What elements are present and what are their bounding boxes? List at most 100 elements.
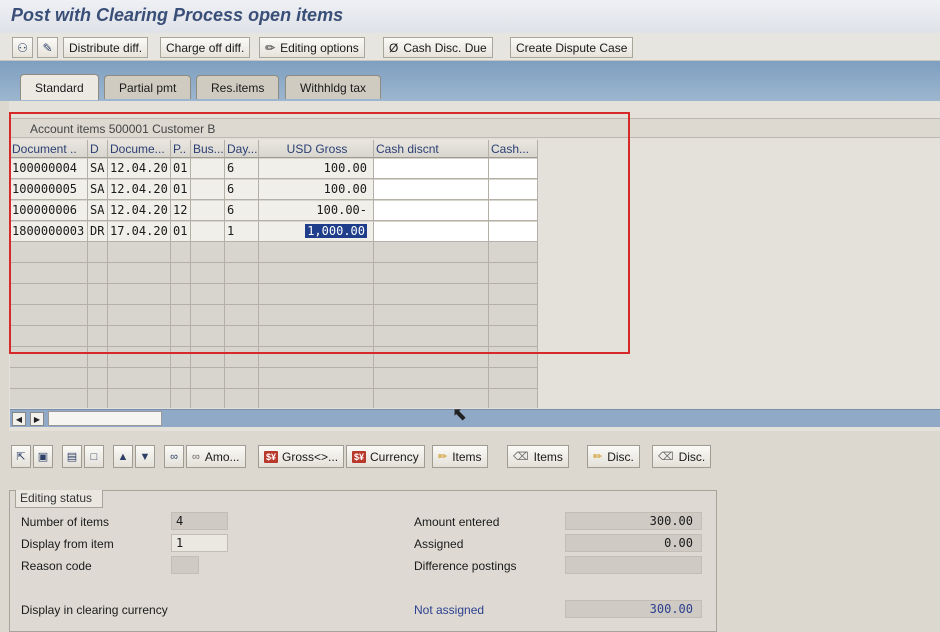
cell-business-area[interactable] — [191, 159, 225, 179]
reason-code-label: Reason code — [21, 559, 92, 573]
scroll-left-arrow-icon[interactable]: ◀ — [12, 412, 26, 426]
cell-usd-gross[interactable]: 100.00 — [259, 159, 374, 179]
cell-business-area[interactable] — [191, 180, 225, 200]
cell-cash-input[interactable] — [489, 159, 538, 179]
distribute-diff-button[interactable]: Distribute diff. — [63, 37, 149, 58]
column-header-cash-discnt[interactable]: Cash discnt — [374, 140, 489, 158]
charge-off-diff-button[interactable]: Charge off diff. — [160, 37, 251, 58]
cell-usd-gross-selected[interactable]: 1,000.00 — [259, 222, 374, 242]
cell-document[interactable]: 1800000003 — [10, 222, 88, 242]
difference-postings-label: Difference postings — [414, 559, 517, 573]
horizontal-scrollbar[interactable]: ◀ ▶ — [10, 409, 940, 427]
sort-button[interactable]: ▲ — [113, 445, 133, 468]
empty-grid-cell — [191, 369, 225, 389]
column-header-doc-type[interactable]: D — [88, 140, 108, 158]
cell-cash-input[interactable] — [489, 180, 538, 200]
cell-cash-discnt-input[interactable] — [374, 201, 489, 221]
cell-days[interactable]: 6 — [225, 180, 259, 200]
cell-doc-date[interactable]: 12.04.20 — [108, 201, 171, 221]
display-from-item-input[interactable]: 1 — [171, 534, 228, 552]
editing-options-button[interactable]: ✏ Editing options — [259, 37, 365, 58]
empty-grid-cell — [108, 285, 171, 305]
pencil-icon: ✏ — [593, 451, 603, 463]
items-label-1: Items — [452, 449, 482, 464]
empty-grid-cell — [88, 243, 108, 263]
empty-grid-cell — [10, 243, 88, 263]
column-header-usd-gross[interactable]: USD Gross — [259, 140, 374, 158]
filter-button[interactable]: ▼ — [135, 445, 155, 468]
empty-grid-cell — [191, 306, 225, 326]
tab-partial-pmt[interactable]: Partial pmt — [104, 75, 192, 99]
create-dispute-case-button[interactable]: Create Dispute Case — [510, 37, 634, 58]
cell-document[interactable]: 100000005 — [10, 180, 88, 200]
empty-grid-cell — [10, 285, 88, 305]
column-header-cash[interactable]: Cash... — [489, 140, 538, 158]
scrollbar-thumb[interactable] — [48, 411, 162, 426]
cell-cash-discnt-input[interactable] — [374, 180, 489, 200]
cell-doc-type[interactable]: DR — [88, 222, 108, 242]
cell-doc-type[interactable]: SA — [88, 201, 108, 221]
cell-usd-gross[interactable]: 100.00- — [259, 201, 374, 221]
edit-icon-button[interactable]: ✎ — [37, 37, 58, 58]
currency-label: Currency — [370, 449, 419, 464]
column-header-doc-date[interactable]: Docume... — [108, 140, 171, 158]
activate-items-text-button[interactable]: ✏ Items — [432, 445, 488, 468]
column-header-days[interactable]: Day... — [225, 140, 259, 158]
cell-business-area[interactable] — [191, 222, 225, 242]
scroll-right-arrow-icon[interactable]: ▶ — [30, 412, 44, 426]
empty-grid-cell — [225, 243, 259, 263]
cash-disc-due-button[interactable]: Ø Cash Disc. Due — [383, 37, 493, 58]
cell-doc-date[interactable]: 17.04.20 — [108, 222, 171, 242]
activate-items-button[interactable]: ▤ — [62, 445, 82, 468]
no-sign-icon: Ø — [389, 40, 399, 55]
eraser-icon: ⌫ — [513, 451, 529, 463]
empty-grid-cell — [10, 327, 88, 347]
cell-cash-discnt-input[interactable] — [374, 222, 489, 242]
cell-days[interactable]: 6 — [225, 201, 259, 221]
deactivate-items-button[interactable]: □ — [84, 445, 104, 468]
cell-days[interactable]: 6 — [225, 159, 259, 179]
cell-cash-discnt-input[interactable] — [374, 159, 489, 179]
cell-usd-gross[interactable]: 100.00 — [259, 180, 374, 200]
empty-grid-cell — [259, 369, 374, 389]
tab-withhldg-tax[interactable]: Withhldg tax — [285, 75, 382, 99]
application-toolbar: ⚇ ✎ Distribute diff. Charge off diff. ✏ … — [0, 33, 940, 61]
cell-business-area[interactable] — [191, 201, 225, 221]
person-icon-button[interactable]: ⚇ — [12, 37, 33, 58]
cell-doc-date[interactable]: 12.04.20 — [108, 159, 171, 179]
cell-posting-key[interactable]: 01 — [171, 159, 191, 179]
column-header-business-area[interactable]: Bus... — [191, 140, 225, 158]
empty-grid-cell — [191, 285, 225, 305]
cell-cash-input[interactable] — [489, 201, 538, 221]
cell-document[interactable]: 100000006 — [10, 201, 88, 221]
empty-grid-cell — [374, 285, 489, 305]
cell-doc-type[interactable]: SA — [88, 180, 108, 200]
cell-doc-type[interactable]: SA — [88, 159, 108, 179]
cell-doc-date[interactable]: 12.04.20 — [108, 180, 171, 200]
difference-postings-field — [565, 556, 702, 574]
currency-button[interactable]: $¥ Currency — [346, 445, 425, 468]
activate-disc-button[interactable]: ✏ Disc. — [587, 445, 640, 468]
gross-net-button[interactable]: $¥ Gross<>... — [258, 445, 345, 468]
column-header-document[interactable]: Document .. — [10, 140, 88, 158]
empty-grid-cell — [171, 264, 191, 284]
column-header-posting-key[interactable]: P.. — [171, 140, 191, 158]
select-all-button[interactable]: ⇱ — [11, 445, 31, 468]
cell-document[interactable]: 100000004 — [10, 159, 88, 179]
cell-posting-key[interactable]: 01 — [171, 180, 191, 200]
tab-standard[interactable]: Standard — [20, 74, 99, 100]
tab-res-items[interactable]: Res.items — [196, 75, 280, 99]
deactivate-disc-button[interactable]: ⌫ Disc. — [652, 445, 712, 468]
cell-days[interactable]: 1 — [225, 222, 259, 242]
currency-icon: $¥ — [352, 450, 367, 463]
find-button[interactable]: ∞ — [164, 445, 184, 468]
find-amount-button[interactable]: ∞ Amo... — [186, 445, 246, 468]
cell-posting-key[interactable]: 01 — [171, 222, 191, 242]
cell-posting-key[interactable]: 12 — [171, 201, 191, 221]
deactivate-items-text-button[interactable]: ⌫ Items — [507, 445, 569, 468]
empty-grid-cell — [259, 243, 374, 263]
empty-grid-cell — [108, 348, 171, 368]
select-block-button[interactable]: ▣ — [33, 445, 53, 468]
cell-cash-input[interactable] — [489, 222, 538, 242]
reason-code-input[interactable] — [171, 556, 199, 574]
